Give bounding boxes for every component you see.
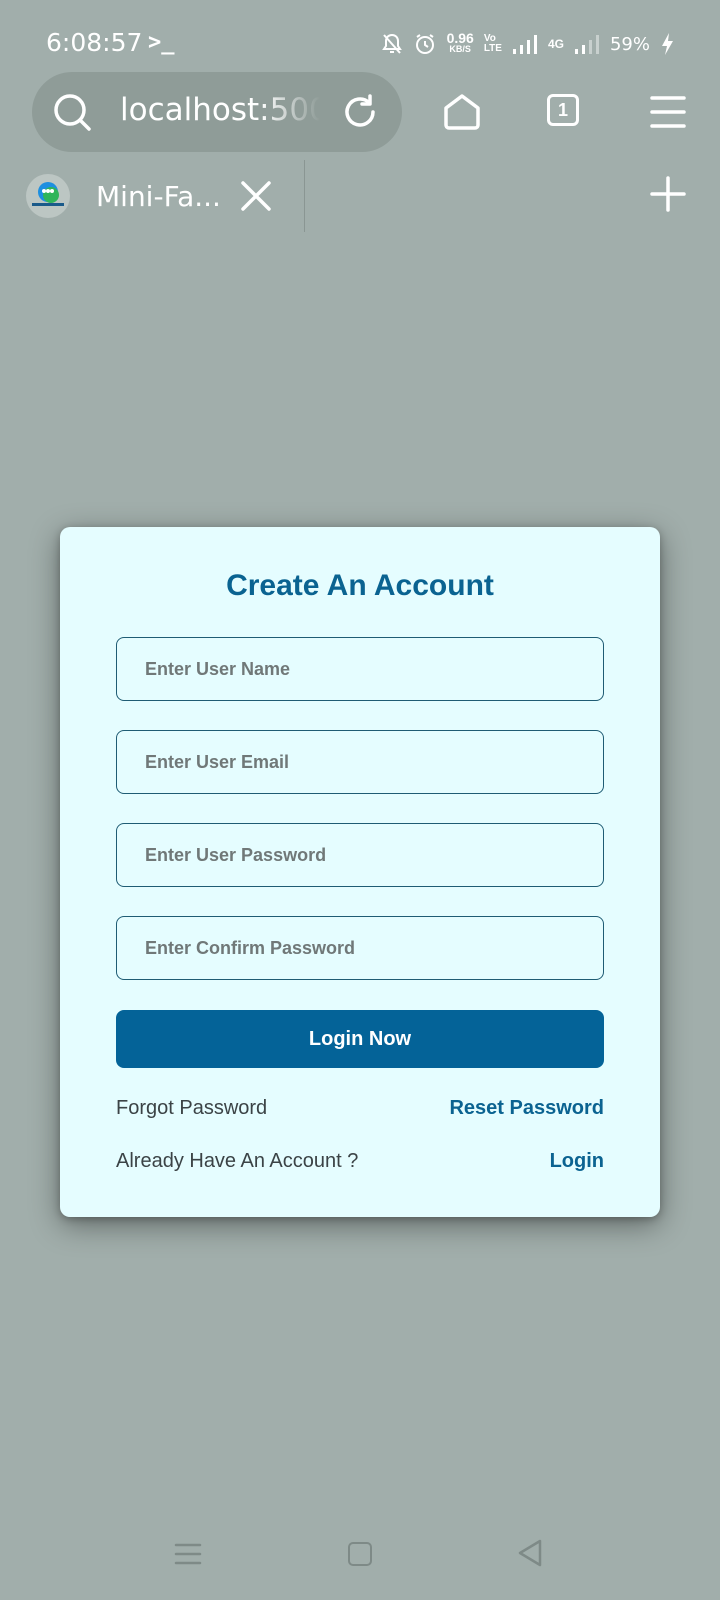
terminal-icon: >_ [148,30,175,55]
signal-icon [512,35,537,54]
network-type: 4G [547,37,564,51]
charging-icon [662,33,673,55]
forgot-password-label: Forgot Password [116,1097,268,1119]
status-time: 6:08:57 [46,28,143,57]
recent-apps-icon[interactable] [174,1540,202,1568]
alarm-icon [415,34,434,54]
system-home-icon[interactable] [348,1542,372,1566]
reset-password-link[interactable]: Reset Password [449,1097,604,1120]
signal-weak-icon [574,35,599,54]
menu-icon[interactable] [650,94,686,130]
confirm-password-input[interactable] [116,916,604,980]
url-text[interactable]: localhost:5000 [120,92,320,134]
tab-divider [304,160,305,232]
volte-indicator: Vo LTE [483,33,502,54]
form-title: Create An Account [226,569,494,602]
back-icon[interactable] [516,1538,546,1568]
password-input[interactable] [116,823,604,887]
tab-title[interactable]: Mini-Fa... [96,180,221,213]
close-tab-icon[interactable] [240,180,272,212]
reload-icon[interactable] [340,92,380,132]
login-now-button[interactable]: Login Now [116,1010,604,1068]
email-input[interactable] [116,730,604,794]
username-input[interactable] [116,637,604,701]
battery-level: 59% [609,33,650,55]
chat-logo-icon [32,182,64,206]
bell-off-icon [381,33,402,54]
signup-card: Create An Account Login Now Forgot Passw… [60,527,660,1217]
site-favicon [26,174,70,218]
status-icons: 0.96 KB/S Vo LTE 4G 59% [381,26,674,62]
already-account-label: Already Have An Account ? [116,1150,359,1172]
tab-count-button[interactable]: 1 [547,94,579,126]
address-bar[interactable]: localhost:5000 [32,72,402,152]
new-tab-icon[interactable] [650,176,686,212]
login-link[interactable]: Login [550,1150,604,1173]
search-icon[interactable] [52,92,92,132]
home-icon[interactable] [442,92,482,132]
network-speed: 0.96 KB/S [446,30,474,54]
